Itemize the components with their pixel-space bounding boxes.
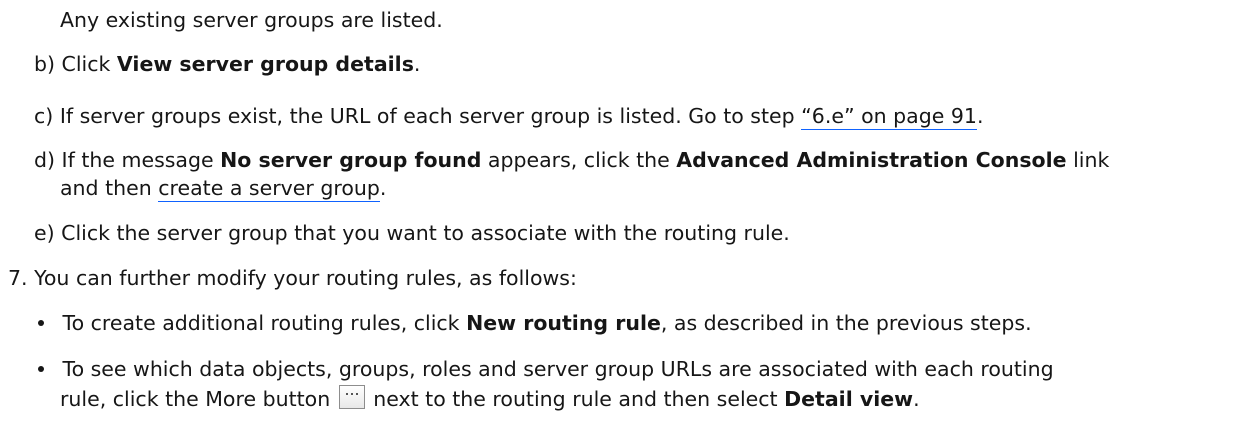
- bullet-1-post: , as described in the previous steps.: [660, 311, 1032, 335]
- substep-e-label: e): [34, 221, 55, 245]
- bullet-item-detail-view: To see which data objects, groups, roles…: [38, 355, 1054, 383]
- bullet-icon: [38, 320, 44, 326]
- bullet-1-pre: To create additional routing rules, clic…: [62, 311, 467, 335]
- bullet-2-line1: To see which data objects, groups, roles…: [62, 357, 1054, 381]
- substep-c: c) If server groups exist, the URL of ea…: [34, 102, 984, 130]
- substep-d-continued: and then create a server group.: [60, 174, 386, 202]
- advanced-admin-console-term: Advanced Administration Console: [676, 148, 1067, 172]
- intro-note: Any existing server groups are listed.: [60, 6, 443, 34]
- substep-d-line2-post: .: [379, 176, 387, 200]
- create-server-group-link[interactable]: create a server group: [158, 176, 380, 202]
- step-7-label: 7.: [8, 266, 28, 290]
- bullet-2-line2-mid: next to the routing rule and then select: [366, 387, 785, 411]
- substep-b-pre: Click: [61, 52, 117, 76]
- substep-d-label: d): [34, 148, 56, 172]
- step-7: 7. You can further modify your routing r…: [8, 264, 577, 292]
- step-6e-link[interactable]: “6.e” on page 91: [801, 104, 977, 130]
- substep-c-label: c): [34, 104, 54, 128]
- substep-d-mid: appears, click the: [481, 148, 677, 172]
- no-server-group-found-term: No server group found: [220, 148, 482, 172]
- substep-b: b) Click View server group details.: [34, 50, 420, 78]
- substep-e-text: Click the server group that you want to …: [61, 221, 790, 245]
- new-routing-rule-term: New routing rule: [466, 311, 661, 335]
- intro-note-text: Any existing server groups are listed.: [60, 8, 443, 32]
- bullet-item-detail-view-continued: rule, click the More button next to the …: [60, 385, 920, 413]
- bullet-icon: [38, 366, 44, 372]
- substep-b-post: .: [413, 52, 421, 76]
- substep-d-line2-pre: and then: [60, 176, 159, 200]
- view-server-group-details-term: View server group details: [116, 52, 414, 76]
- bullet-2-line2-pre: rule, click the More button: [60, 387, 337, 411]
- detail-view-term: Detail view: [784, 387, 914, 411]
- more-ellipsis-icon[interactable]: [338, 385, 365, 409]
- bullet-2-post: .: [913, 387, 920, 411]
- substep-d-post: link: [1066, 148, 1110, 172]
- substep-c-pre: If server groups exist, the URL of each …: [59, 104, 802, 128]
- step-7-text: You can further modify your routing rule…: [34, 266, 577, 290]
- substep-c-post: .: [976, 104, 984, 128]
- substep-d: d) If the message No server group found …: [34, 146, 1109, 174]
- bullet-item-new-rule: To create additional routing rules, clic…: [38, 309, 1032, 337]
- substep-b-label: b): [34, 52, 56, 76]
- substep-d-pre: If the message: [61, 148, 221, 172]
- substep-e: e) Click the server group that you want …: [34, 219, 790, 247]
